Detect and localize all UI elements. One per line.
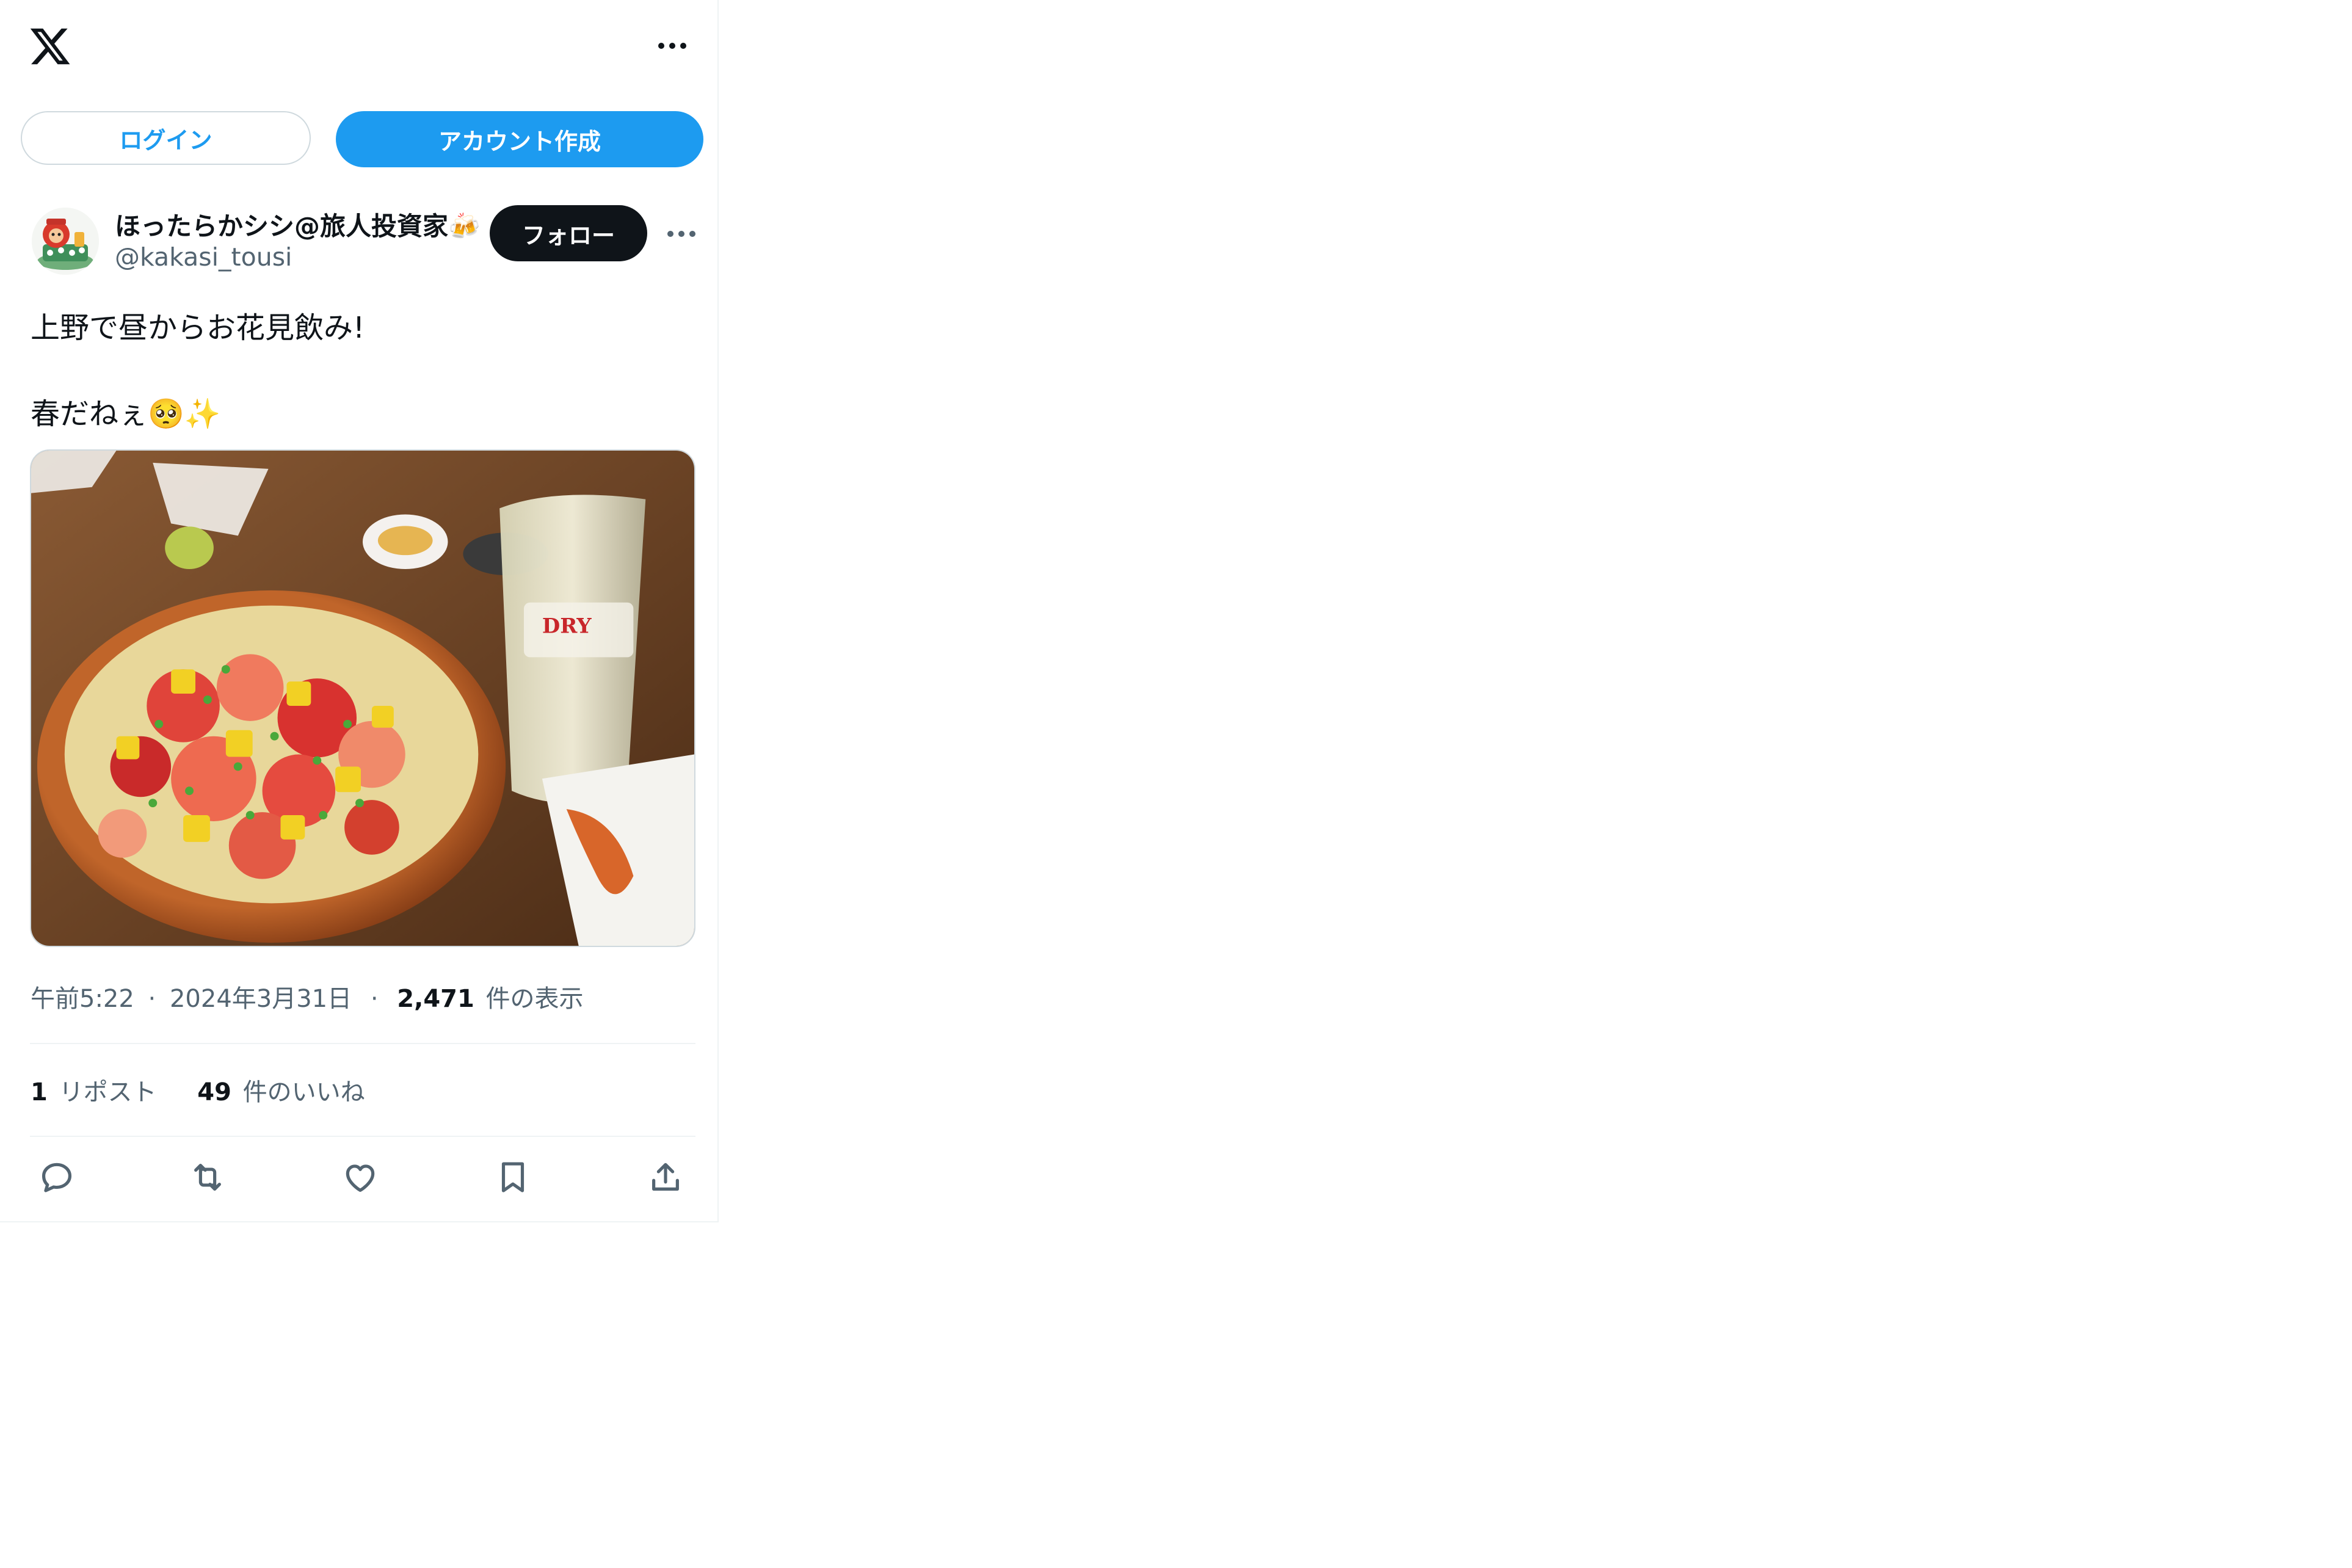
meta-separator: · bbox=[370, 985, 379, 1013]
reposts-count: 1 bbox=[31, 1078, 48, 1106]
repost-icon[interactable] bbox=[186, 1156, 229, 1199]
author-name[interactable]: ほったらかシシ@旅人投資家🍻 bbox=[115, 206, 480, 243]
bookmark-icon[interactable] bbox=[492, 1156, 534, 1199]
avatar[interactable] bbox=[32, 208, 99, 275]
post-stats: 1 リポスト 49 件のいいね bbox=[31, 1072, 365, 1108]
reply-icon[interactable] bbox=[35, 1156, 78, 1199]
post-image[interactable]: DRY bbox=[30, 449, 695, 947]
author-handle[interactable]: @kakasi_tousi bbox=[115, 242, 292, 272]
likes-label: 件のいいね bbox=[242, 1078, 365, 1106]
post-column: ログイン アカウント作成 ほったらかシシ@旅人投資家🍻 @kakasi_tous… bbox=[0, 0, 719, 1222]
divider bbox=[30, 1136, 695, 1137]
create-account-button[interactable]: アカウント作成 bbox=[336, 111, 703, 167]
x-logo-icon[interactable] bbox=[28, 24, 72, 68]
svg-text:DRY: DRY bbox=[542, 614, 592, 638]
post-more-icon[interactable] bbox=[667, 231, 695, 237]
views-count: 2,471 bbox=[397, 985, 474, 1013]
meta-separator: · bbox=[148, 985, 156, 1013]
post-text-line-2: 春だねぇ🥺✨ bbox=[31, 397, 221, 431]
post-date[interactable]: 2024年3月31日 bbox=[170, 985, 352, 1013]
photo-chirashi-sushi-and-beer: DRY bbox=[31, 451, 694, 946]
post-text-line-1: 上野で昼からお花見飲み! bbox=[31, 311, 365, 345]
post-meta: 午前5:22 · 2024年3月31日 · 2,471 件の表示 bbox=[31, 979, 584, 1014]
views-label: 件の表示 bbox=[485, 985, 584, 1013]
reposts-label: リポスト bbox=[59, 1078, 157, 1106]
heart-icon[interactable] bbox=[339, 1156, 382, 1199]
divider bbox=[30, 1043, 695, 1044]
share-icon[interactable] bbox=[644, 1156, 687, 1199]
likes-stat[interactable]: 49 件のいいね bbox=[197, 1078, 365, 1106]
login-button[interactable]: ログイン bbox=[21, 111, 311, 165]
reposts-stat[interactable]: 1 リポスト bbox=[31, 1078, 164, 1106]
likes-count: 49 bbox=[197, 1078, 231, 1106]
post-time[interactable]: 午前5:22 bbox=[31, 985, 134, 1013]
more-horizontal-icon[interactable] bbox=[658, 43, 686, 49]
follow-button[interactable]: フォロー bbox=[490, 205, 647, 261]
